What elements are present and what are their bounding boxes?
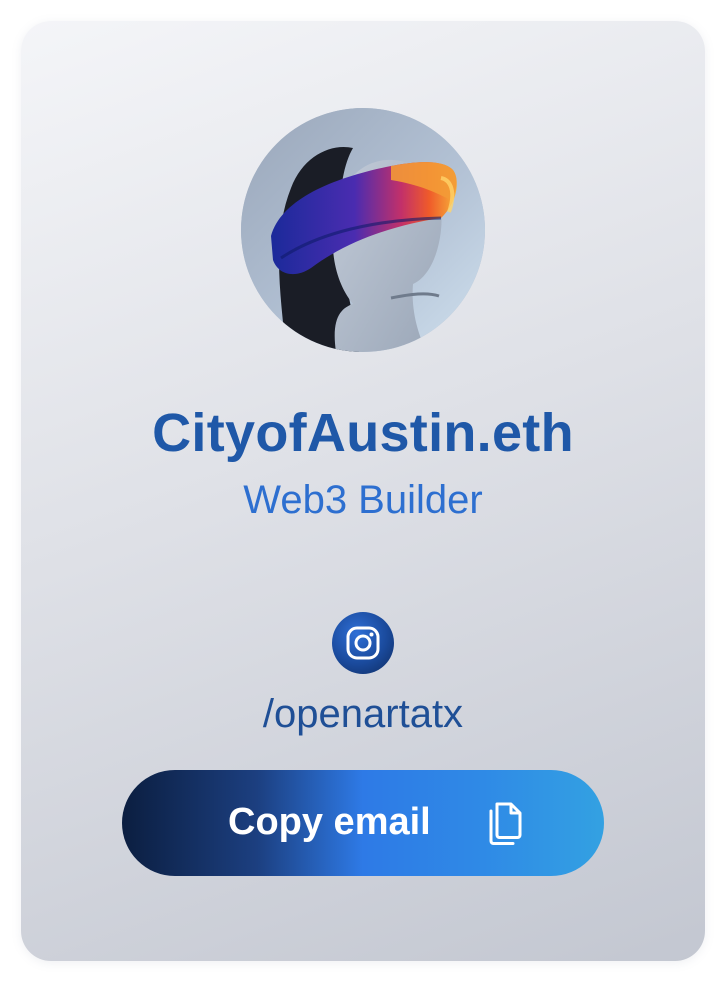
avatar bbox=[241, 108, 485, 352]
profile-name: CityofAustin.eth bbox=[152, 403, 574, 463]
copy-document-icon bbox=[489, 802, 522, 845]
profile-card: CityofAustin.eth Web3 Builder /openartat… bbox=[21, 21, 705, 961]
instagram-icon bbox=[346, 626, 380, 660]
instagram-link[interactable] bbox=[332, 612, 394, 674]
vr-headset-avatar-icon bbox=[241, 108, 485, 352]
profile-role: Web3 Builder bbox=[243, 478, 483, 522]
instagram-handle[interactable]: /openartatx bbox=[21, 689, 705, 739]
copy-email-button[interactable]: Copy email bbox=[122, 770, 604, 876]
copy-email-label: Copy email bbox=[228, 801, 431, 843]
